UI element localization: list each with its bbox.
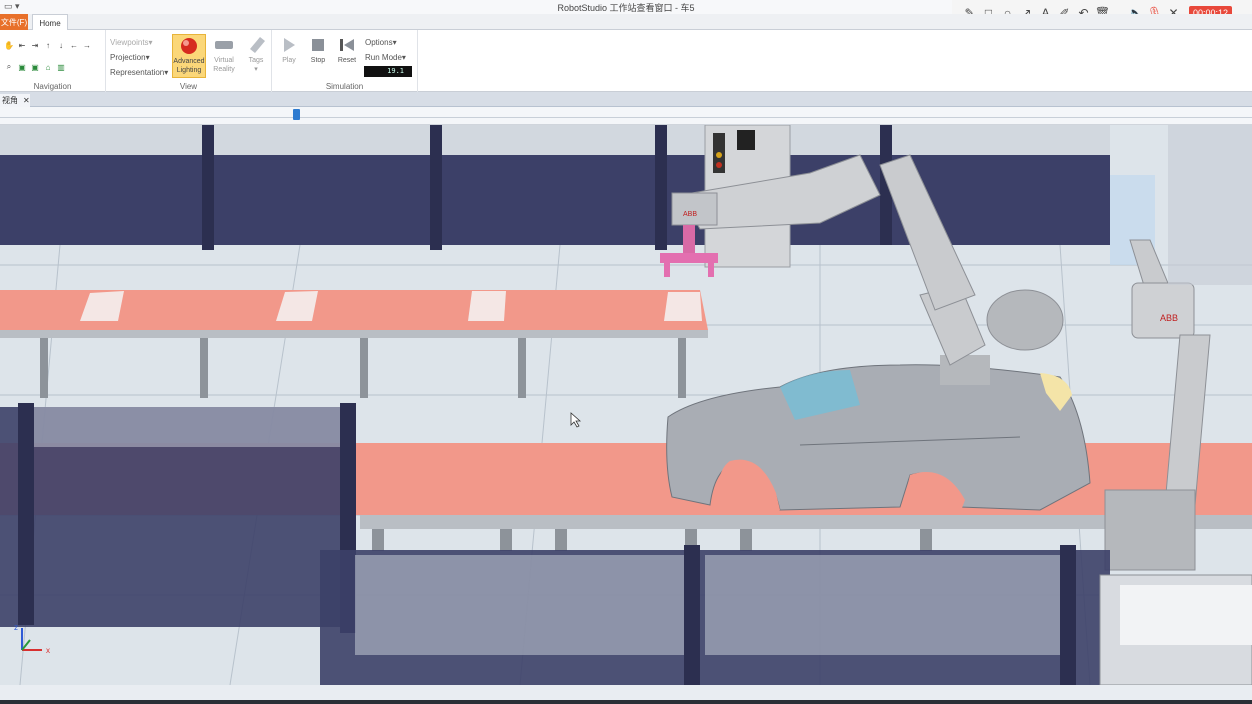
abb-logo-2: ABB [1160, 313, 1178, 323]
view-group: Viewpoints▾ Projection▾ Representation▾ … [106, 30, 272, 92]
tag-icon [250, 37, 265, 53]
navigation-label: Navigation [33, 82, 72, 91]
scene-canvas: ABB ABB z x [0, 125, 1252, 685]
zoom-icon[interactable]: ⌕ [4, 62, 14, 72]
move-up-icon[interactable]: ↑ [43, 40, 53, 50]
vr-headset-icon [215, 41, 233, 49]
advanced-lighting-button[interactable]: Advanced Lighting [172, 34, 206, 78]
x-axis-label: x [46, 646, 50, 655]
simulation-label: Simulation [325, 82, 364, 91]
tags-button[interactable]: Tags ▾ [239, 34, 273, 78]
move-left-icon[interactable]: ← [69, 40, 79, 50]
ribbon: ✋ ⇤ ⇥ ↑ ↓ ← → ⌕ ▣ ▣ ⌂ ▥ Navigation Viewp… [0, 30, 1252, 92]
view-tab-label: 视角 [2, 96, 18, 105]
lighting-bulb-icon [181, 38, 197, 54]
document-tab-bar: 视角 ✕ [0, 92, 1252, 107]
simulation-timeline[interactable] [0, 107, 1252, 125]
run-mode-menu[interactable]: Run Mode▾ [365, 53, 406, 62]
taskbar-strip [0, 700, 1252, 704]
close-tab-icon[interactable]: ✕ [23, 96, 30, 105]
car-body-in-white [666, 364, 1091, 511]
upper-conveyor [0, 290, 708, 398]
abb-logo-1: ABB [683, 211, 697, 218]
options-menu[interactable]: Options▾ [365, 38, 397, 47]
view-all-icon[interactable]: ▣ [17, 62, 27, 72]
navigation-group: ✋ ⇤ ⇥ ↑ ↓ ← → ⌕ ▣ ▣ ⌂ ▥ Navigation [0, 30, 106, 92]
tab-view[interactable]: 视角 ✕ [0, 94, 30, 107]
frame-icon[interactable]: ▥ [56, 62, 66, 72]
virtual-reality-button[interactable]: Virtual Reality [207, 34, 241, 78]
timeline-track [0, 117, 1252, 118]
select-icon[interactable]: ✋ [4, 40, 14, 50]
3d-viewport[interactable]: ABB ABB z x [0, 125, 1252, 685]
robotstudio-window: ▭ ▾ RobotStudio 工作站查看窗口 - 车5 ✎ □ ○ ↗ A ✐… [0, 0, 1252, 704]
tags-dropdown-icon: ▾ [254, 66, 258, 73]
simulation-group: Play Stop Reset Options▾ Run Mode▾ Simul… [272, 30, 418, 92]
coordinate-axes-indicator: z x [14, 623, 50, 655]
ribbon-tabs: 文件(F) Home [0, 14, 1252, 31]
representation-menu[interactable]: Representation▾ [110, 68, 168, 77]
simulation-speed-display[interactable]: 19.1 [364, 66, 412, 77]
reset-icon [340, 39, 354, 51]
pan-right-icon[interactable]: ⇥ [30, 40, 40, 50]
view-label: View [179, 82, 198, 91]
mouse-cursor-icon [570, 412, 582, 428]
play-icon [284, 38, 295, 52]
tab-home[interactable]: Home [32, 14, 68, 31]
move-down-icon[interactable]: ↓ [56, 40, 66, 50]
back-safety-fence [0, 125, 1155, 265]
move-right-icon[interactable]: → [82, 40, 92, 50]
reset-button[interactable]: Reset [330, 34, 364, 78]
status-bar [0, 685, 1252, 704]
timeline-thumb[interactable] [292, 109, 300, 120]
tab-file[interactable]: 文件(F) [0, 14, 28, 30]
stop-icon [312, 39, 324, 51]
view-center-icon[interactable]: ▣ [30, 62, 40, 72]
home-view-icon[interactable]: ⌂ [43, 62, 53, 72]
pan-left-icon[interactable]: ⇤ [17, 40, 27, 50]
viewpoints-menu[interactable]: Viewpoints▾ [110, 38, 153, 47]
z-axis-label: z [14, 623, 18, 632]
projection-menu[interactable]: Projection▾ [110, 53, 150, 62]
